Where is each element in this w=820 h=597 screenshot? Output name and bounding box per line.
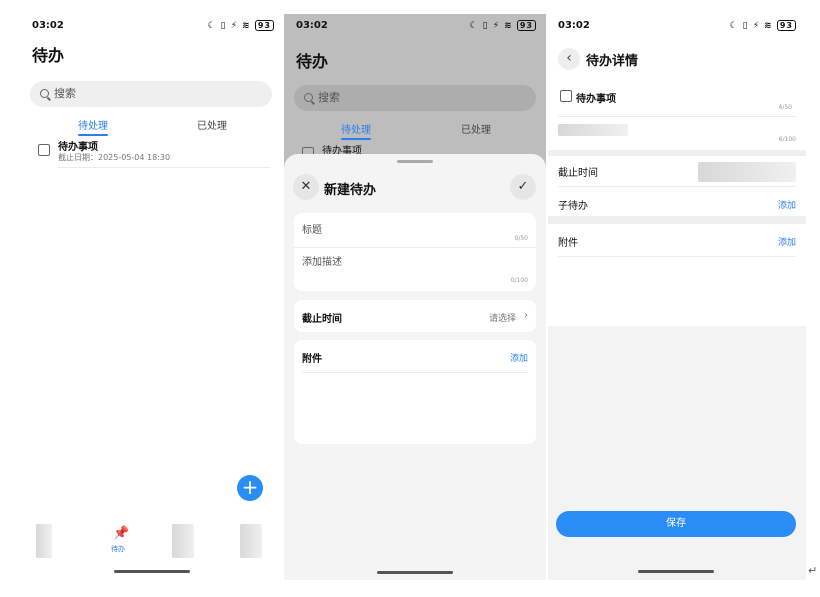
todo-item-due: 截止日期：2025-05-04 18:30	[58, 153, 171, 162]
section-gap	[548, 150, 806, 156]
add-attachment-button[interactable]: 添加	[510, 351, 528, 364]
search-placeholder: 搜索	[54, 87, 76, 100]
status-icon-group: ☾ ▯ ⚡ ≋	[469, 21, 513, 31]
field-divider	[558, 256, 796, 257]
search-bar[interactable]: 搜索	[294, 85, 536, 111]
page-title: 待办	[32, 46, 65, 65]
home-indicator[interactable]	[377, 571, 453, 574]
new-todo-screen: 03:02 ☾ ▯ ⚡ ≋ 93 待办 搜索 待处理 已处理 待办事项 ✕ 新建…	[284, 14, 546, 580]
home-indicator[interactable]	[638, 570, 714, 573]
nav-item-blurred-2[interactable]	[172, 524, 194, 558]
search-bar[interactable]: 搜索	[30, 81, 272, 107]
attachment-card: 附件 添加	[294, 340, 536, 444]
status-icons: ☾ ▯ ⚡ ≋ 93	[207, 20, 274, 31]
add-todo-button[interactable]: +	[237, 475, 263, 501]
home-indicator[interactable]	[114, 570, 190, 573]
add-subtask-button[interactable]: 添加	[778, 198, 796, 211]
attachment-label: 附件	[302, 354, 322, 365]
search-icon	[40, 89, 49, 98]
status-bar: 03:02 ☾ ▯ ⚡ ≋ 93	[28, 18, 276, 34]
deadline-row[interactable]: 截止时间 请选择 ›	[294, 300, 536, 332]
page-title: 待办详情	[586, 54, 639, 69]
page-title: 待办	[296, 52, 329, 71]
status-icon-group: ☾ ▯ ⚡ ≋	[207, 21, 251, 31]
description-blurred[interactable]	[558, 124, 628, 136]
status-time: 03:02	[558, 20, 590, 31]
field-divider	[558, 186, 796, 187]
description-counter: 0/100	[510, 277, 528, 284]
description-counter: 6/100	[778, 136, 796, 143]
attachment-label: 附件	[558, 238, 578, 249]
todo-title-field[interactable]: 待办事项	[576, 90, 616, 105]
nav-item-blurred-3[interactable]	[240, 524, 262, 558]
deadline-label: 截止时间	[558, 168, 598, 179]
status-bar: 03:02 ☾ ▯ ⚡ ≋ 93	[548, 18, 806, 34]
title-counter: 0/50	[514, 235, 528, 242]
status-bar: 03:02 ☾ ▯ ⚡ ≋ 93	[284, 18, 546, 34]
todo-detail-screen: 03:02 ☾ ▯ ⚡ ≋ 93 ‹ 待办详情 待办事项 4/50 6/100 …	[548, 14, 806, 580]
todo-list-screen: 03:02 ☾ ▯ ⚡ ≋ 93 待办 搜索 待处理 已处理 待办事项 截止日期…	[28, 14, 276, 580]
close-icon[interactable]: ✕	[293, 174, 319, 200]
status-time: 03:02	[32, 20, 64, 31]
deadline-label: 截止时间	[302, 314, 342, 325]
battery-icon: 93	[516, 20, 536, 31]
deadline-value-blurred[interactable]	[698, 162, 796, 182]
description-input[interactable]: 添加描述	[302, 253, 342, 268]
tab-done[interactable]: 已处理	[197, 117, 227, 132]
status-icons: ☾ ▯ ⚡ ≋ 93	[469, 20, 536, 31]
nav-item-blurred-1[interactable]	[36, 524, 52, 558]
todo-checkbox[interactable]	[560, 90, 572, 102]
status-icons: ☾ ▯ ⚡ ≋ 93	[729, 20, 796, 31]
deadline-hint[interactable]: 请选择	[489, 311, 516, 324]
add-attachment-button[interactable]: 添加	[778, 235, 796, 248]
empty-area	[548, 326, 806, 580]
confirm-icon[interactable]: ✓	[510, 174, 536, 200]
sheet-grabber[interactable]	[397, 160, 433, 163]
battery-icon: 93	[776, 20, 796, 31]
save-button[interactable]: 保存	[556, 511, 796, 537]
return-arrow-icon: ↵	[808, 564, 818, 577]
todo-checkbox[interactable]	[38, 144, 50, 156]
title-counter: 4/50	[778, 104, 792, 111]
title-input[interactable]: 标题	[302, 221, 322, 236]
sheet-title: 新建待办	[324, 183, 377, 198]
tab-pending[interactable]: 待处理	[341, 121, 371, 140]
chevron-right-icon: ›	[524, 310, 528, 321]
battery-icon: 93	[254, 20, 274, 31]
nav-label-todo[interactable]: 待办	[111, 544, 125, 554]
status-icon-group: ☾ ▯ ⚡ ≋	[729, 21, 773, 31]
field-divider	[302, 372, 528, 373]
todo-item-title[interactable]: 待办事项	[58, 138, 98, 153]
search-icon	[304, 93, 313, 102]
tab-pending[interactable]: 待处理	[78, 117, 108, 136]
search-placeholder: 搜索	[318, 91, 340, 104]
field-divider	[294, 247, 536, 248]
pin-icon[interactable]: 📌	[113, 526, 129, 541]
title-desc-card: 标题 0/50 添加描述 0/100	[294, 213, 536, 291]
section-gap	[548, 216, 806, 224]
status-time: 03:02	[296, 20, 328, 31]
tab-done[interactable]: 已处理	[461, 121, 491, 136]
field-divider	[558, 116, 796, 117]
row-divider	[58, 167, 270, 168]
subtask-label: 子待办	[558, 201, 588, 212]
new-todo-sheet: ✕ 新建待办 ✓ 标题 0/50 添加描述 0/100 截止时间 请选择 › 附…	[284, 154, 546, 580]
back-icon[interactable]: ‹	[558, 48, 580, 70]
